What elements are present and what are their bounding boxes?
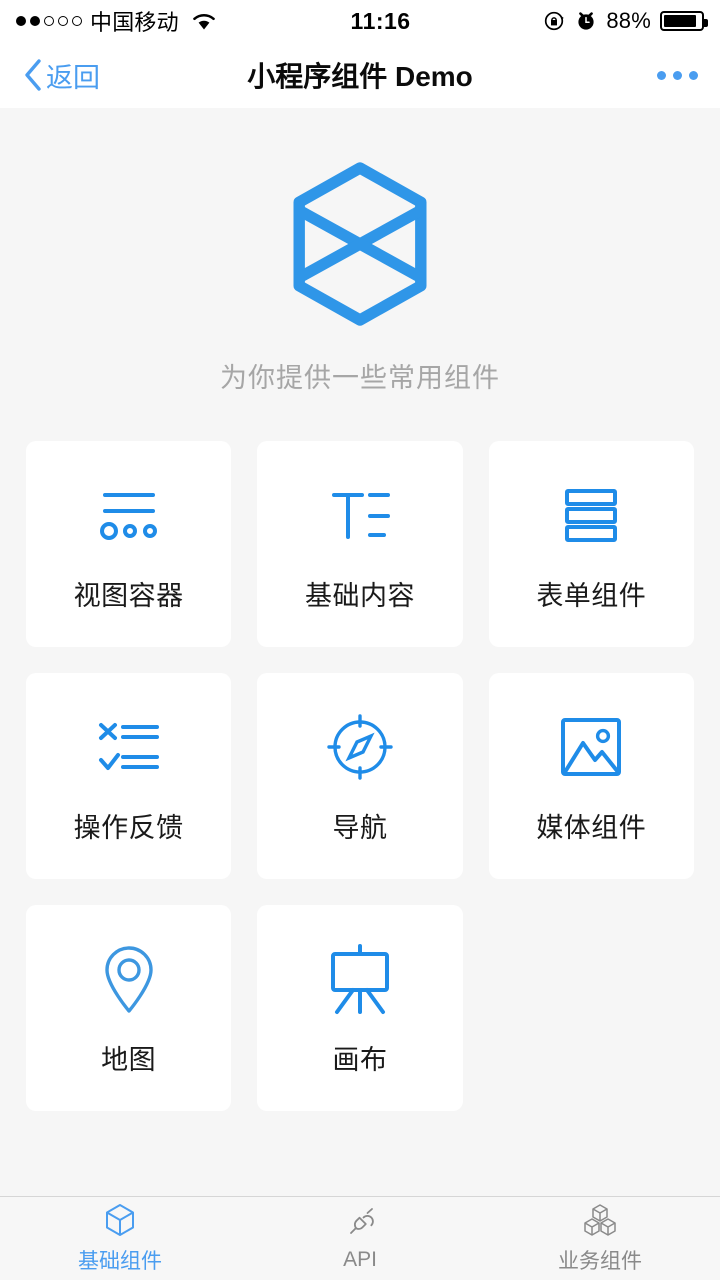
card-map[interactable]: 地图	[26, 905, 232, 1111]
alarm-clock-icon	[578, 12, 594, 30]
more-menu-button[interactable]	[657, 70, 698, 80]
tab-label: 业务组件	[558, 1249, 642, 1273]
status-bar-left: 中国移动	[16, 5, 217, 37]
page-title: 小程序组件 Demo	[247, 61, 473, 92]
battery-icon	[660, 11, 708, 31]
tab-label: 基础组件	[78, 1249, 162, 1273]
navigation-bar: 返回 小程序组件 Demo	[0, 42, 720, 108]
card-label: 操作反馈	[73, 812, 184, 843]
tab-api[interactable]: API	[240, 1206, 480, 1272]
navigation-compass-icon	[324, 708, 396, 786]
map-pin-icon	[97, 940, 161, 1018]
card-canvas[interactable]: 画布	[257, 905, 463, 1111]
phone-screen: 中国移动 11:16 88% 返回 小程序组件 Demo 为你提供一些常用组件 …	[0, 0, 720, 1280]
carrier-name: 中国移动	[90, 10, 179, 35]
status-bar-clock: 11:16	[350, 7, 411, 34]
tab-business-components[interactable]: 业务组件	[480, 1203, 720, 1275]
card-label: 视图容器	[73, 580, 184, 611]
tagline: 为你提供一些常用组件	[220, 363, 500, 393]
view-container-icon	[89, 476, 169, 554]
rotation-lock-icon	[545, 11, 565, 31]
card-view-container[interactable]: 视图容器	[26, 441, 232, 647]
back-button[interactable]: 返回	[22, 56, 100, 95]
wifi-icon	[193, 14, 215, 30]
hero-section: 为你提供一些常用组件	[0, 108, 720, 395]
card-label: 媒体组件	[536, 812, 647, 843]
card-form-components[interactable]: 表单组件	[488, 441, 694, 647]
basic-content-icon	[320, 476, 400, 554]
card-label: 表单组件	[536, 580, 647, 611]
card-label: 导航	[332, 812, 388, 843]
action-feedback-icon	[89, 708, 169, 786]
card-basic-content[interactable]: 基础内容	[257, 441, 463, 647]
card-label: 画布	[332, 1044, 388, 1075]
back-button-label: 返回	[46, 62, 100, 93]
card-action-feedback[interactable]: 操作反馈	[26, 673, 232, 879]
card-label: 地图	[101, 1044, 157, 1075]
battery-percentage: 88%	[606, 8, 651, 33]
tab-label: API	[343, 1247, 377, 1271]
tab-basic-components[interactable]: 基础组件	[0, 1203, 240, 1275]
status-bar: 中国移动 11:16 88%	[0, 0, 720, 42]
more-dots-icon	[657, 70, 666, 80]
canvas-easel-icon	[323, 940, 397, 1018]
card-navigation[interactable]: 导航	[257, 673, 463, 879]
form-components-icon	[551, 476, 631, 554]
mini-program-components-logo	[293, 162, 427, 326]
component-grid: 视图容器 基础内容 表单组件 操作反馈 导航 媒体组件 地图 画布	[0, 441, 720, 1111]
stacked-cubes-icon	[582, 1203, 618, 1237]
signal-strength-icon	[16, 16, 82, 26]
card-media-components[interactable]: 媒体组件	[488, 673, 694, 879]
card-label: 基础内容	[304, 580, 415, 611]
chevron-left-icon	[25, 59, 41, 91]
cube-icon	[104, 1203, 136, 1237]
plug-connector-icon	[343, 1206, 377, 1240]
media-image-icon	[555, 708, 627, 786]
tab-bar: 基础组件 API 业务组件	[0, 1196, 720, 1280]
page-content: 为你提供一些常用组件 视图容器 基础内容 表单组件 操作反馈 导航 媒体组件 地…	[0, 108, 720, 1196]
status-bar-right: 88%	[544, 8, 708, 34]
